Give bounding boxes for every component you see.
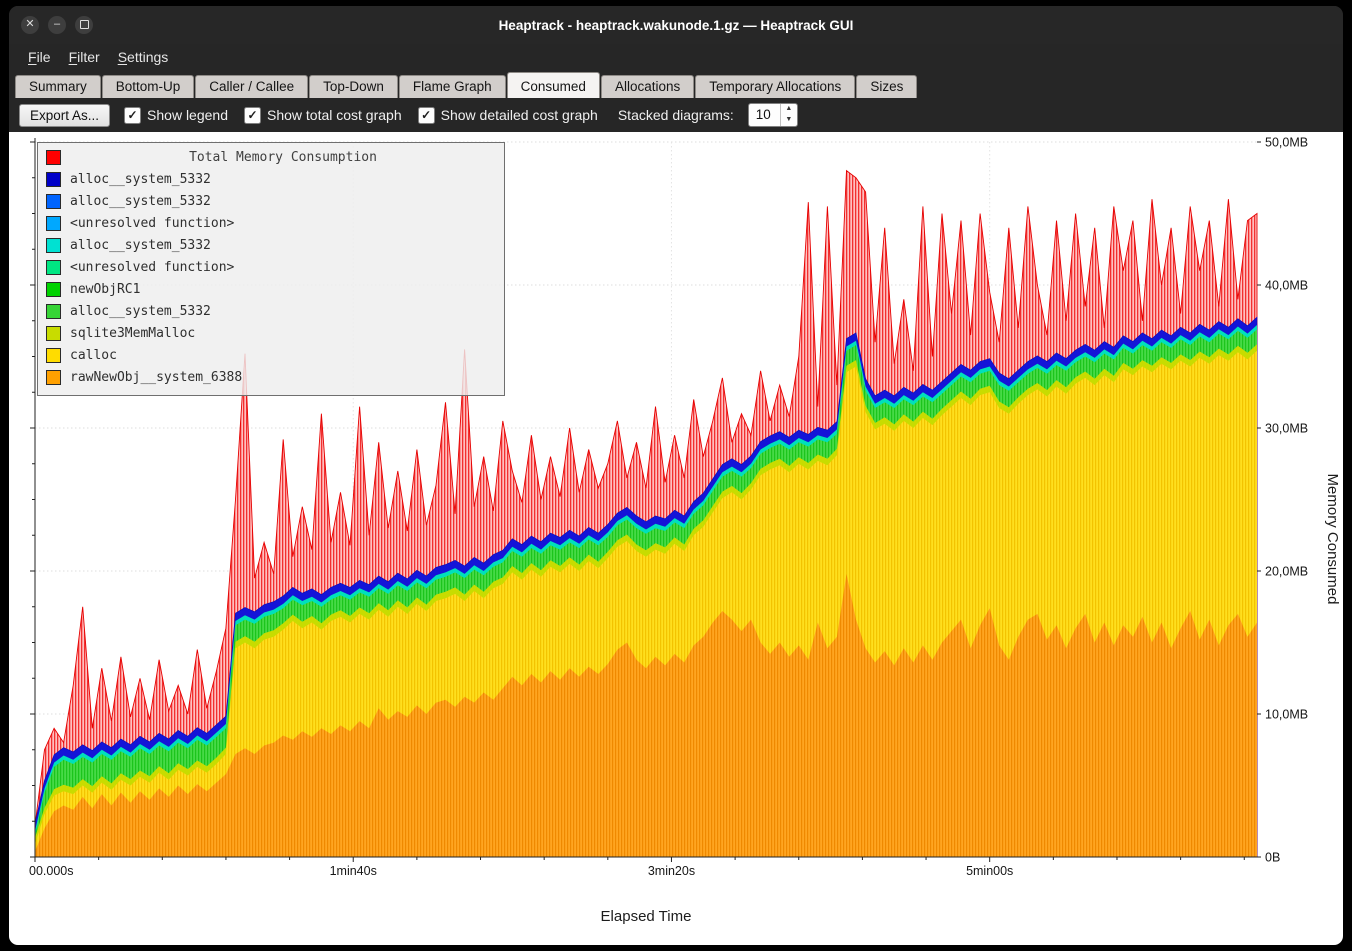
legend-title-row: Total Memory Consumption (46, 146, 496, 168)
legend-item: rawNewObj__system_6388 (46, 366, 496, 388)
menu-file[interactable]: File (19, 47, 60, 67)
svg-text:50,0MB: 50,0MB (1265, 136, 1308, 150)
minimize-button[interactable]: – (48, 16, 66, 34)
close-icon: ✕ (25, 18, 34, 30)
legend-item-label: <unresolved function> (70, 216, 234, 231)
svg-text:40,0MB: 40,0MB (1265, 279, 1308, 293)
x-axis-title: Elapsed Time (35, 908, 1257, 925)
legend-item-label: alloc__system_5332 (70, 194, 211, 209)
legend-item: <unresolved function> (46, 212, 496, 234)
legend-swatch-icon (46, 326, 61, 341)
titlebar[interactable]: ✕ – Heaptrack - heaptrack.wakunode.1.gz … (9, 6, 1343, 44)
window-title: Heaptrack - heaptrack.wakunode.1.gz — He… (9, 18, 1343, 33)
tab-temporary-allocations[interactable]: Temporary Allocations (695, 75, 855, 98)
menu-filter[interactable]: Filter (60, 47, 109, 67)
svg-text:3min20s: 3min20s (648, 864, 695, 878)
toolbar-checkboxes: ✓ Show legend ✓ Show total cost graph ✓ Show … (124, 107, 598, 124)
tab-summary[interactable]: Summary (15, 75, 101, 98)
checkbox-show-total-cost-graph[interactable]: ✓ Show total cost graph (244, 107, 402, 124)
tab-consumed[interactable]: Consumed (507, 72, 600, 98)
legend-item-label: alloc__system_5332 (70, 172, 211, 187)
legend-item: alloc__system_5332 (46, 168, 496, 190)
checkbox-label: Show legend (147, 107, 228, 123)
legend-swatch-icon (46, 172, 61, 187)
legend-item-label: calloc (70, 348, 117, 363)
legend-swatch-icon (46, 370, 61, 385)
checkbox-label: Show total cost graph (267, 107, 402, 123)
checkbox-label: Show detailed cost graph (441, 107, 598, 123)
svg-text:5min00s: 5min00s (966, 864, 1013, 878)
svg-text:20,0MB: 20,0MB (1265, 565, 1308, 579)
spinbox-arrows: ▲ ▼ (780, 104, 797, 126)
checkbox-check-icon: ✓ (244, 107, 261, 124)
tab-bar: SummaryBottom-UpCaller / CalleeTop-DownF… (9, 70, 1343, 98)
legend-item-label: sqlite3MemMalloc (70, 326, 195, 341)
legend-item: alloc__system_5332 (46, 300, 496, 322)
legend-item: calloc (46, 344, 496, 366)
svg-text:30,0MB: 30,0MB (1265, 422, 1308, 436)
legend-swatch-icon (46, 282, 61, 297)
legend-item: alloc__system_5332 (46, 190, 496, 212)
legend-swatch-icon (46, 238, 61, 253)
svg-text:10,0MB: 10,0MB (1265, 708, 1308, 722)
legend-item: newObjRC1 (46, 278, 496, 300)
spinbox-value: 10 (749, 104, 780, 126)
spin-up-icon[interactable]: ▲ (781, 104, 797, 115)
tab-allocations[interactable]: Allocations (601, 75, 694, 98)
chart-legend[interactable]: Total Memory Consumption alloc__system_53… (37, 142, 505, 396)
checkbox-show-legend[interactable]: ✓ Show legend (124, 107, 228, 124)
svg-text:00.000s: 00.000s (29, 864, 73, 878)
checkbox-check-icon: ✓ (418, 107, 435, 124)
legend-item: <unresolved function> (46, 256, 496, 278)
stacked-diagrams-label: Stacked diagrams: (618, 107, 734, 123)
legend-item-label: newObjRC1 (70, 282, 140, 297)
legend-item: sqlite3MemMalloc (46, 322, 496, 344)
legend-swatch-icon (46, 348, 61, 363)
legend-swatch-icon (46, 304, 61, 319)
spin-down-icon[interactable]: ▼ (781, 115, 797, 126)
minimize-icon: – (54, 18, 60, 30)
legend-swatch-icon (46, 216, 61, 231)
tab-bottom-up[interactable]: Bottom-Up (102, 75, 195, 98)
legend-swatch-icon (46, 150, 61, 165)
svg-text:1min40s: 1min40s (330, 864, 377, 878)
legend-item-label: alloc__system_5332 (70, 238, 211, 253)
window-controls: ✕ – (21, 6, 93, 44)
legend-swatch-icon (46, 260, 61, 275)
heaptrack-window: ✕ – Heaptrack - heaptrack.wakunode.1.gz … (9, 6, 1343, 945)
menu-bar: FileFilterSettings (9, 44, 1343, 70)
y-axis-title: Memory Consumed (1324, 473, 1341, 604)
tab-top-down[interactable]: Top-Down (309, 75, 398, 98)
menu-settings[interactable]: Settings (109, 47, 178, 67)
legend-item-label: alloc__system_5332 (70, 304, 211, 319)
legend-item-label: <unresolved function> (70, 260, 234, 275)
close-button[interactable]: ✕ (21, 16, 39, 34)
svg-text:0B: 0B (1265, 851, 1280, 865)
legend-swatch-icon (46, 194, 61, 209)
maximize-button[interactable] (75, 16, 93, 34)
toolbar: Export As... ✓ Show legend ✓ Show total cos… (9, 98, 1343, 132)
consumed-chart-panel: 0B 10,0MB 20,0MB 30,0MB 40,0MB 50,0MB 00.000s 1… (9, 132, 1343, 945)
legend-item-label: rawNewObj__system_6388 (70, 370, 242, 385)
tab-caller-callee[interactable]: Caller / Callee (195, 75, 308, 98)
legend-title: Total Memory Consumption (70, 150, 496, 165)
checkbox-show-detailed-cost-graph[interactable]: ✓ Show detailed cost graph (418, 107, 598, 124)
legend-item: alloc__system_5332 (46, 234, 496, 256)
tab-flame-graph[interactable]: Flame Graph (399, 75, 506, 98)
export-as-button[interactable]: Export As... (19, 104, 110, 127)
maximize-icon (80, 20, 89, 29)
tab-sizes[interactable]: Sizes (856, 75, 917, 98)
checkbox-check-icon: ✓ (124, 107, 141, 124)
stacked-diagrams-spinbox[interactable]: 10 ▲ ▼ (748, 103, 798, 127)
